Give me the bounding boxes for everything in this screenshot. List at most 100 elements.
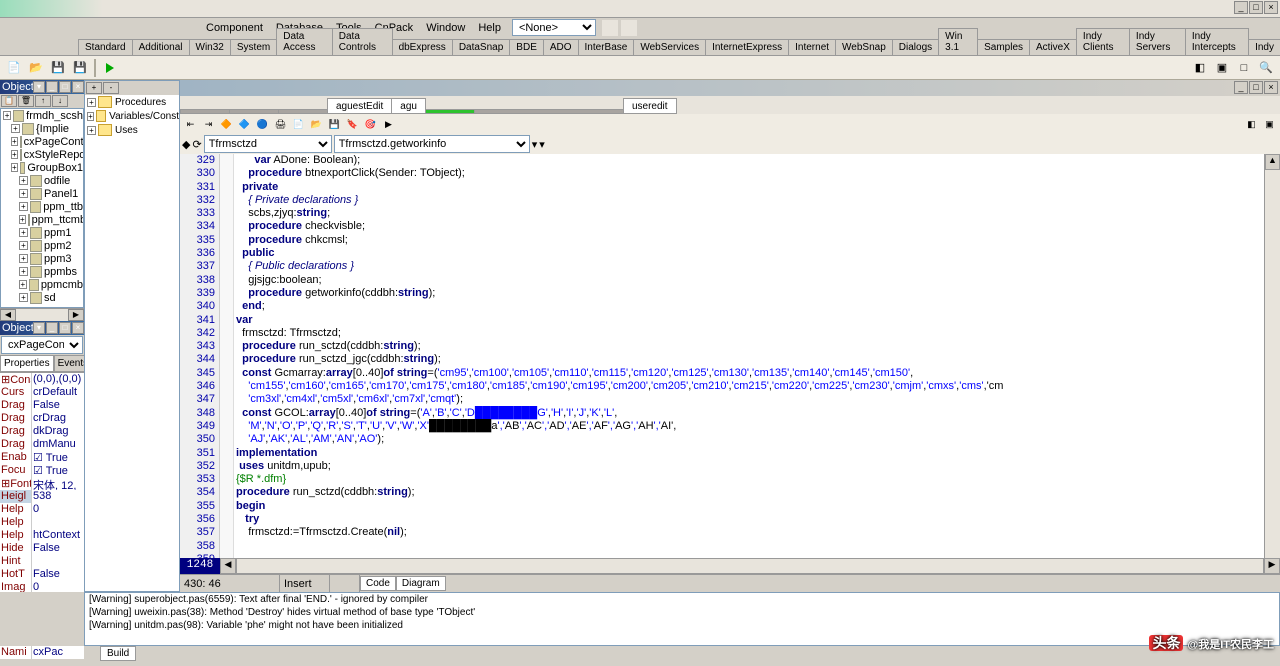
structure-node[interactable]: +Variables/Const	[85, 109, 179, 123]
palette-tab-additional[interactable]: Additional	[132, 39, 190, 55]
palette-tab-indyservers[interactable]: Indy Servers	[1129, 28, 1186, 55]
edi-back-icon[interactable]: ⇤	[182, 116, 199, 133]
tree-node[interactable]: +ppm2	[1, 239, 83, 252]
tree-node[interactable]: +GroupBox1	[1, 161, 83, 174]
tree-btn-3[interactable]: □	[59, 81, 71, 93]
menu-window[interactable]: Window	[420, 20, 471, 36]
palette-tab-interbase[interactable]: InterBase	[578, 39, 635, 55]
tool-icon-1[interactable]	[601, 19, 619, 37]
edi-open-icon[interactable]: 📂	[308, 116, 325, 133]
compiler-message[interactable]: [Warning] superobject.pas(6559): Text af…	[85, 593, 1279, 606]
tb-new-icon[interactable]: 📄	[4, 58, 24, 78]
property-row[interactable]: Enab☑ True	[0, 451, 84, 464]
tree-node[interactable]: +ppm3	[1, 252, 83, 265]
horizontal-scrollbar[interactable]: 1248 ◀ ▶	[180, 558, 1280, 574]
tb-saveall-icon[interactable]: 💾	[70, 58, 90, 78]
palette-tab-win3.1[interactable]: Win 3.1	[938, 28, 978, 55]
ed-close-button[interactable]: ×	[1264, 81, 1278, 94]
edi-print-icon[interactable]: 🖨	[272, 116, 289, 133]
palette-tab-system[interactable]: System	[230, 39, 277, 55]
property-row[interactable]: ⊞Cons(0,0),(0,0)	[0, 373, 84, 386]
view-tab-code[interactable]: Code	[360, 576, 396, 591]
tree-tool-1[interactable]: 📋	[1, 95, 17, 107]
class-dropdown[interactable]: Tfrmsctzd	[204, 135, 332, 153]
tree-btn-2[interactable]: _	[46, 81, 58, 93]
property-row[interactable]: CurscrDefault	[0, 386, 84, 399]
palette-tab-dataaccess[interactable]: Data Access	[276, 28, 333, 55]
oi-btn-1[interactable]: ▾	[33, 322, 45, 334]
maximize-button[interactable]: □	[1249, 1, 1263, 14]
palette-tab-webservices[interactable]: WebServices	[633, 39, 706, 55]
menu-component[interactable]: Component	[200, 20, 269, 36]
edi-nav3-icon[interactable]: 🔵	[254, 116, 271, 133]
palette-tab-internet[interactable]: Internet	[788, 39, 836, 55]
palette-tab-datasnap[interactable]: DataSnap	[452, 39, 510, 55]
struct-collapse-icon[interactable]: -	[103, 82, 119, 94]
tool-icon-2[interactable]	[620, 19, 638, 37]
vertical-scrollbar[interactable]: ▲	[1264, 154, 1280, 558]
tree-tool-4[interactable]: ↓	[52, 95, 68, 107]
property-row[interactable]: ⊞Font宋体, 12,	[0, 477, 84, 490]
edi-save-icon[interactable]: 💾	[326, 116, 343, 133]
edi-nav1-icon[interactable]: 🔶	[218, 116, 235, 133]
property-row[interactable]: Heigl538	[0, 490, 84, 503]
edi-new-icon[interactable]: 📄	[290, 116, 307, 133]
class-opt1-icon[interactable]: ▾	[532, 138, 538, 151]
compiler-message[interactable]: [Warning] unitdm.pas(98): Variable 'phe'…	[85, 619, 1279, 632]
edi-nav2-icon[interactable]: 🔷	[236, 116, 253, 133]
palette-tab-indyclients[interactable]: Indy Clients	[1076, 28, 1130, 55]
palette-tab-indy[interactable]: Indy	[1248, 39, 1280, 55]
tree-btn-1[interactable]: ▾	[33, 81, 45, 93]
tree-tool-3[interactable]: ↑	[35, 95, 51, 107]
hscroll-right[interactable]: ▶	[1264, 558, 1280, 574]
property-row[interactable]: Focu☑ True	[0, 464, 84, 477]
tree-node[interactable]: +ppm_ttb	[1, 200, 83, 213]
palette-tab-dialogs[interactable]: Dialogs	[892, 39, 939, 55]
palette-tab-datacontrols[interactable]: Data Controls	[332, 28, 393, 55]
tree-node[interactable]: +ppmbs	[1, 265, 83, 278]
oi-tab-properties[interactable]: Properties	[0, 355, 54, 372]
tree-scroll-left[interactable]: ◀	[0, 309, 16, 321]
view-tab-diagram[interactable]: Diagram	[396, 576, 446, 591]
file-tab-aguestedit[interactable]: aguestEdit	[327, 98, 392, 114]
tree-tool-2[interactable]: 🗑	[18, 95, 34, 107]
class-opt2-icon[interactable]: ▾	[539, 138, 545, 151]
tb-r3-icon[interactable]: □	[1234, 58, 1254, 78]
method-dropdown[interactable]: Tfrmsctzd.getworkinfo	[334, 135, 530, 153]
edi-goto-icon[interactable]: 🎯	[362, 116, 379, 133]
oi-btn-3[interactable]: □	[59, 322, 71, 334]
tree-scroll-right[interactable]: ▶	[68, 309, 84, 321]
palette-tab-indyintercepts[interactable]: Indy Intercepts	[1185, 28, 1249, 55]
structure-panel[interactable]: + - +Procedures+Variables/Const+Uses	[84, 80, 180, 592]
close-button[interactable]: ×	[1264, 1, 1278, 14]
property-row[interactable]: Help0	[0, 503, 84, 516]
class-sync-icon[interactable]: ⟳	[192, 138, 201, 151]
edi-right2-icon[interactable]: ▣	[1261, 116, 1278, 133]
build-tab[interactable]: Build	[100, 646, 136, 661]
palette-tab-activex[interactable]: ActiveX	[1029, 39, 1077, 55]
palette-tab-standard[interactable]: Standard	[78, 39, 133, 55]
object-tree[interactable]: +frmdh_scsh+{Implie+cxPageContr+cxStyleR…	[0, 108, 84, 308]
tree-node[interactable]: +ppm_ttcmb	[1, 213, 83, 226]
tree-node[interactable]: +ppmcmb	[1, 278, 83, 291]
edi-right1-icon[interactable]: ◧	[1243, 116, 1260, 133]
property-row[interactable]: DragFalse	[0, 399, 84, 412]
file-tab-agu[interactable]: agu	[391, 98, 426, 114]
code-editor[interactable]: 3293303313323333343353363373383393403413…	[180, 154, 1280, 558]
tree-node[interactable]: +ppm1	[1, 226, 83, 239]
edi-run-icon[interactable]: ▶	[380, 116, 397, 133]
ed-max-button[interactable]: □	[1249, 81, 1263, 94]
tree-node[interactable]: +odfile	[1, 174, 83, 187]
property-row[interactable]: HelphtContext	[0, 529, 84, 542]
tb-open-icon[interactable]: 📂	[26, 58, 46, 78]
palette-tab-dbexpress[interactable]: dbExpress	[392, 39, 453, 55]
palette-tab-samples[interactable]: Samples	[977, 39, 1030, 55]
file-tab-useredit[interactable]: useredit	[623, 98, 677, 114]
tree-node[interactable]: +cxStyleRepo	[1, 148, 83, 161]
palette-tab-win32[interactable]: Win32	[189, 39, 231, 55]
tree-node[interactable]: +frmdh_scsh	[1, 109, 83, 122]
oi-btn-2[interactable]: _	[46, 322, 58, 334]
edi-fwd-icon[interactable]: ⇥	[200, 116, 217, 133]
property-row[interactable]: DragdkDrag	[0, 425, 84, 438]
tb-r4-icon[interactable]: 🔍	[1256, 58, 1276, 78]
